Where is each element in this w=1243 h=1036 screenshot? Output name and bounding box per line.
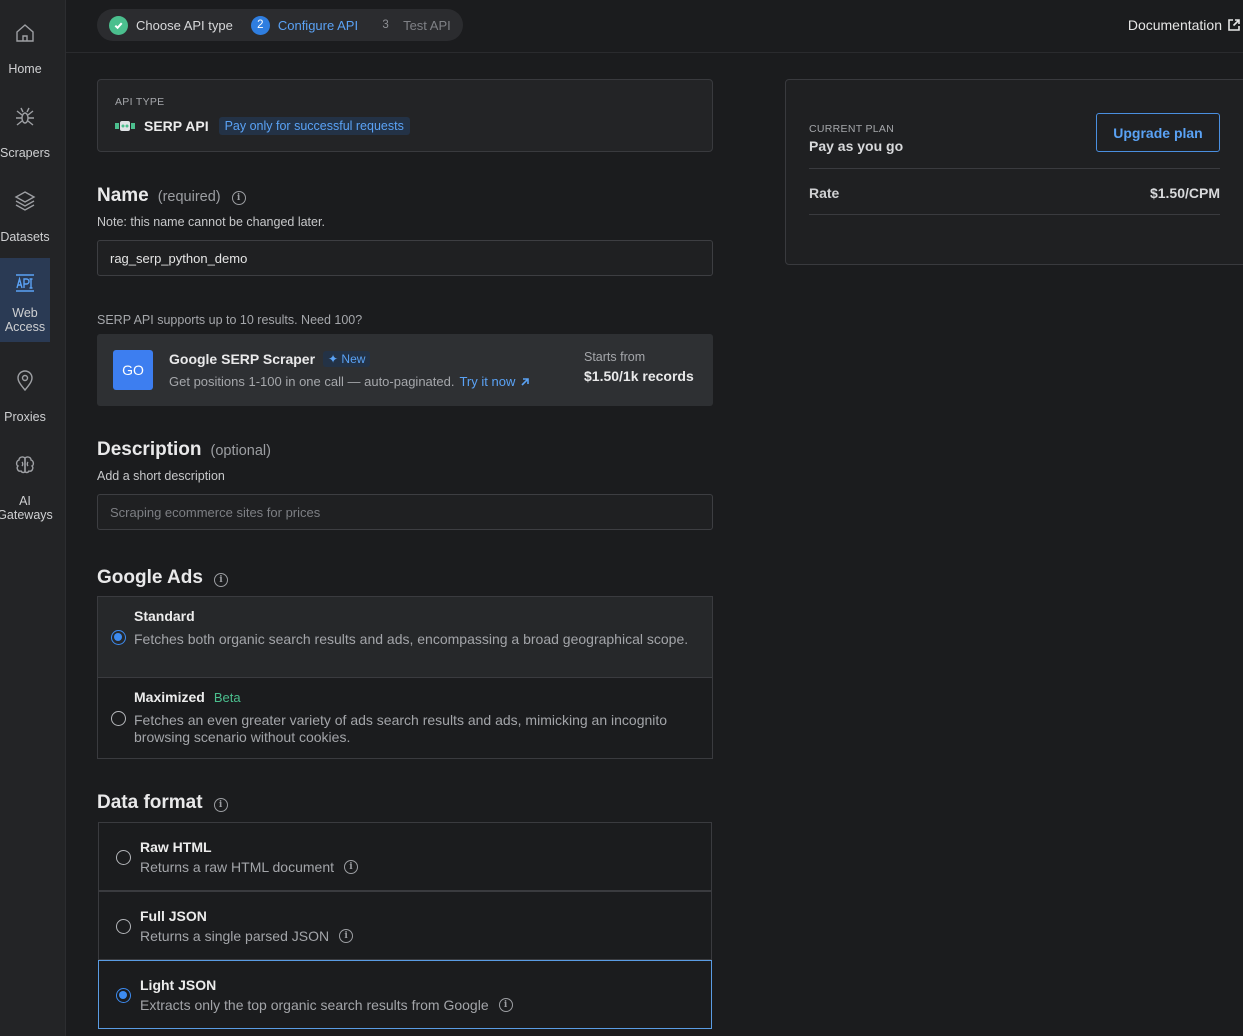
- sidebar-item-web-access[interactable]: Web Access: [0, 258, 50, 342]
- api-icon: [12, 270, 38, 296]
- beta-badge: Beta: [213, 689, 241, 705]
- info-icon[interactable]: i: [231, 191, 246, 205]
- step-label: Choose API type: [136, 17, 233, 33]
- sidebar-item-ai-gateways[interactable]: AI Gateways: [0, 452, 53, 522]
- option-description: Returns a single parsed JSON: [140, 928, 330, 944]
- api-type-label: API TYPE: [115, 96, 165, 108]
- sidebar-item-datasets[interactable]: Datasets: [0, 188, 50, 248]
- brain-icon: [12, 452, 38, 478]
- documentation-label: Documentation: [1127, 17, 1222, 33]
- sidebar-item-label: Home: [8, 62, 42, 76]
- info-icon[interactable]: i: [344, 860, 358, 874]
- home-icon: [12, 20, 38, 46]
- new-badge: ✦ New: [323, 351, 371, 367]
- upgrade-plan-button[interactable]: Upgrade plan: [1096, 113, 1220, 152]
- option-description: Fetches both organic search results and …: [134, 631, 689, 647]
- external-link-icon: [1228, 19, 1240, 31]
- format-option-raw-html[interactable]: Raw HTML Returns a raw HTML document i: [98, 822, 712, 891]
- description-heading: Description (optional): [97, 439, 271, 461]
- option-description: Returns a raw HTML document: [140, 859, 334, 875]
- info-icon[interactable]: i: [213, 798, 228, 812]
- spider-icon: [12, 104, 38, 130]
- name-note: Note: this name cannot be changed later.: [97, 215, 325, 229]
- starts-from-label: Starts from: [584, 350, 646, 364]
- top-bar: Choose API type 2 Configure API 3 Test A…: [66, 0, 1243, 53]
- info-icon[interactable]: i: [339, 929, 354, 943]
- google-ads-title: Google Ads: [97, 567, 203, 588]
- data-format-title: Data format: [97, 792, 203, 813]
- radio-button[interactable]: [111, 630, 126, 645]
- radio-button[interactable]: [116, 988, 131, 1003]
- api-type-name: SERP API: [144, 118, 209, 134]
- optional-label: (optional): [210, 443, 271, 459]
- option-title: Light JSON: [140, 977, 217, 993]
- radio-button[interactable]: [111, 711, 126, 726]
- ads-option-maximized[interactable]: Maximized Beta Fetches an even greater v…: [98, 678, 712, 759]
- sidebar-item-scrapers[interactable]: Scrapers: [0, 104, 50, 164]
- option-title: Maximized: [134, 689, 205, 705]
- plan-name: Pay as you go: [809, 138, 904, 154]
- info-icon[interactable]: i: [498, 998, 513, 1012]
- sidebar-item-label: Datasets: [0, 230, 50, 244]
- step-number: 2: [250, 15, 270, 35]
- google-ads-heading: Google Ads i: [97, 567, 228, 589]
- rate-label: Rate: [809, 185, 840, 201]
- radio-button[interactable]: [116, 919, 131, 934]
- sidebar-item-home[interactable]: Home: [0, 20, 50, 80]
- name-title: Name: [97, 185, 149, 206]
- step-test-api[interactable]: 3 Test API: [376, 16, 451, 35]
- promo-description: Get positions 1-100 in one call — auto-p…: [169, 374, 455, 389]
- sidebar: Home Scrapers Datasets Web Access Proxie…: [0, 0, 66, 1036]
- layers-icon: [12, 188, 38, 214]
- documentation-link[interactable]: Documentation: [1128, 17, 1241, 33]
- divider: [809, 214, 1220, 215]
- pricing-badge: Pay only for successful requests: [218, 117, 410, 135]
- data-format-heading: Data format i: [97, 792, 228, 814]
- arrow-up-right-icon: [521, 377, 530, 386]
- format-option-light-json[interactable]: Light JSON Extracts only the top organic…: [98, 960, 712, 1029]
- sidebar-item-proxies[interactable]: Proxies: [0, 368, 50, 428]
- api-type-card: API TYPE SERP API Pay only for successfu…: [97, 79, 713, 152]
- ads-option-standard[interactable]: Standard Fetches both organic search res…: [98, 597, 712, 678]
- step-number: 3: [382, 19, 389, 31]
- name-heading: Name (required) i: [97, 185, 246, 207]
- sidebar-item-label: AI Gateways: [0, 494, 53, 522]
- option-description: Fetches an even greater variety of ads s…: [134, 712, 668, 745]
- results-limit-note: SERP API supports up to 10 results. Need…: [97, 313, 363, 327]
- option-title: Raw HTML: [140, 839, 212, 855]
- option-description: Extracts only the top organic search res…: [140, 997, 489, 1013]
- format-option-full-json[interactable]: Full JSON Returns a single parsed JSON i: [98, 891, 712, 960]
- step-label: Configure API: [277, 17, 359, 33]
- description-note: Add a short description: [97, 469, 225, 483]
- step-label: Test API: [403, 17, 451, 33]
- description-input[interactable]: [97, 494, 713, 530]
- sidebar-item-label: Proxies: [4, 410, 46, 424]
- sidebar-item-label: Scrapers: [0, 146, 51, 160]
- sidebar-item-label: Web Access: [4, 306, 46, 334]
- serp-api-logo-icon: [115, 121, 135, 131]
- google-serp-scraper-promo: GO Google SERP Scraper ✦ New Get positio…: [97, 334, 713, 406]
- location-pin-icon: [12, 368, 38, 394]
- check-icon: [109, 15, 128, 35]
- info-icon[interactable]: i: [213, 573, 228, 587]
- current-plan-label: CURRENT PLAN: [809, 123, 895, 135]
- google-ads-options: Standard Fetches both organic search res…: [97, 596, 713, 759]
- radio-button[interactable]: [116, 850, 131, 865]
- option-title: Full JSON: [140, 908, 207, 924]
- option-title: Standard: [134, 608, 195, 624]
- step-choose-api-type[interactable]: Choose API type: [109, 15, 233, 35]
- description-title: Description: [97, 439, 202, 460]
- current-plan-card: CURRENT PLAN Pay as you go Upgrade plan …: [785, 79, 1243, 265]
- promo-title: Google SERP Scraper: [169, 351, 316, 367]
- stepper: Choose API type 2 Configure API 3 Test A…: [97, 9, 463, 41]
- rate-value: $1.50/CPM: [1149, 185, 1220, 201]
- step-configure-api[interactable]: 2 Configure API: [250, 15, 359, 35]
- try-it-now-link[interactable]: Try it now: [459, 374, 530, 389]
- promo-price: $1.50/1k records: [584, 368, 694, 384]
- name-input[interactable]: [97, 240, 713, 276]
- required-label: (required): [157, 189, 221, 205]
- divider: [809, 168, 1220, 169]
- go-logo: GO: [113, 350, 153, 390]
